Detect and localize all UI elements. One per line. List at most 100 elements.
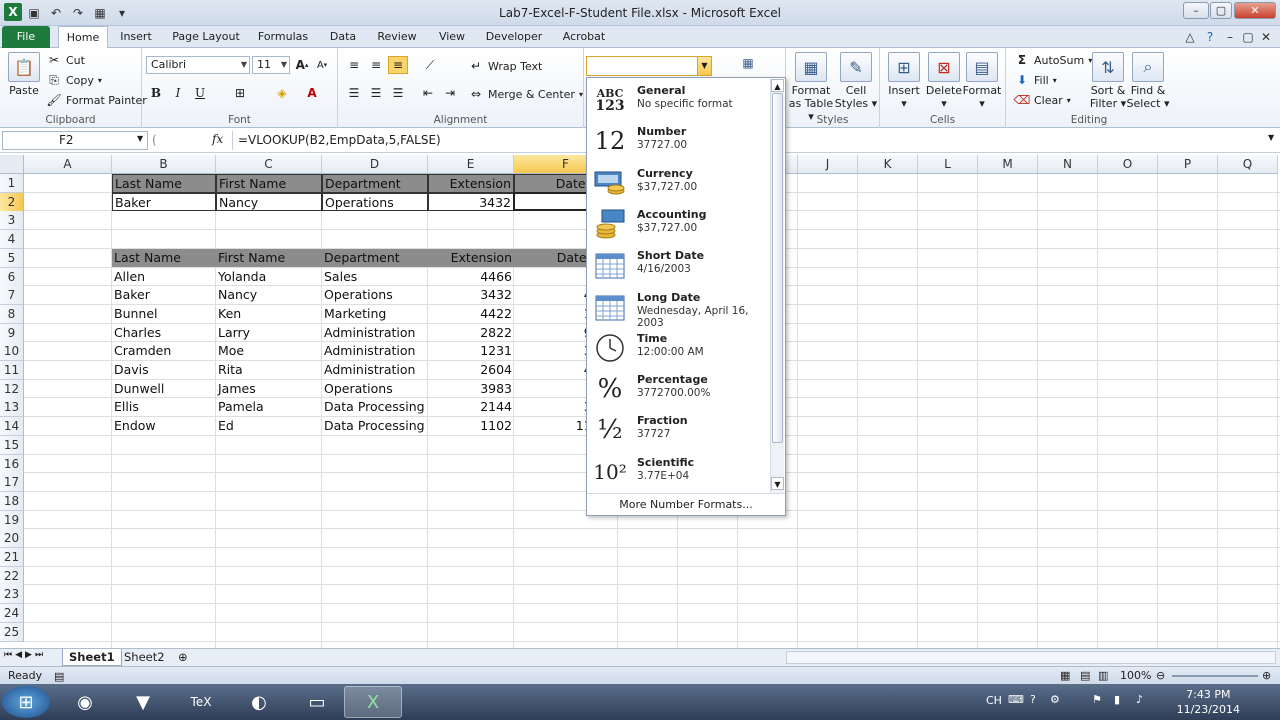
grow-font-icon[interactable]: A ▴ — [292, 56, 312, 74]
scroll-down-icon[interactable]: ▼ — [771, 477, 784, 490]
close-button[interactable]: ✕ — [1234, 2, 1276, 19]
tab-page-layout[interactable]: Page Layout — [170, 26, 242, 48]
data-cell[interactable]: 1102 — [428, 417, 514, 436]
page-layout-view-icon[interactable]: ▤ — [1080, 667, 1090, 684]
column-header-d[interactable]: D — [322, 155, 428, 174]
column-header-m[interactable]: M — [978, 155, 1038, 174]
data-cell[interactable]: Charles — [112, 324, 216, 343]
row-header-20[interactable]: 20 — [0, 529, 24, 549]
macro-record-icon[interactable]: ▤ — [54, 668, 64, 685]
column-header-a[interactable]: A — [24, 155, 112, 174]
more-number-formats-button[interactable]: More Number Formats... — [587, 493, 785, 515]
row-header-24[interactable]: 24 — [0, 604, 24, 624]
cancel-formula-icon[interactable]: ( — [152, 133, 157, 147]
header-cell[interactable]: Department — [322, 248, 428, 268]
header-cell[interactable]: Extension — [428, 248, 514, 268]
orientation-icon[interactable]: ⟋ — [420, 56, 440, 74]
format-option-general[interactable]: ABC 123 General No specific format — [587, 80, 769, 121]
header-cell[interactable]: First Name — [216, 174, 322, 193]
align-top-icon[interactable]: ≡ — [344, 56, 364, 74]
format-option-currency[interactable]: Currency $37,727.00 — [587, 163, 769, 204]
cut-button[interactable]: ✂ Cut — [46, 52, 85, 68]
lookup-cell[interactable]: 3432 — [428, 192, 514, 212]
paste-button[interactable]: 📋 Paste — [2, 52, 46, 97]
sheet-tab-sheet2[interactable]: Sheet2 — [118, 649, 171, 666]
row-header-19[interactable]: 19 — [0, 510, 24, 530]
insert-cells-button[interactable]: ⊞ Insert ▾ — [882, 52, 926, 110]
tab-formulas[interactable]: Formulas — [254, 26, 312, 48]
data-cell[interactable]: 2144 — [428, 398, 514, 417]
font-color-icon[interactable]: A — [302, 84, 322, 102]
column-header-k[interactable]: K — [858, 155, 918, 174]
data-cell[interactable]: Administration — [322, 324, 428, 343]
eclipse-taskbar-icon[interactable]: ◐ — [230, 686, 288, 718]
format-option-percentage[interactable]: % Percentage 3772700.00% — [587, 369, 769, 410]
header-cell[interactable]: First Name — [216, 248, 322, 268]
decrease-indent-icon[interactable]: ⇤ — [418, 84, 438, 102]
row-header-14[interactable]: 14 — [0, 417, 24, 437]
row-header-16[interactable]: 16 — [0, 454, 24, 474]
flag-tray-icon[interactable]: ⚑ — [1092, 693, 1102, 706]
column-header-j[interactable]: J — [798, 155, 858, 174]
volume-tray-icon[interactable]: ♪ — [1136, 693, 1143, 706]
align-middle-icon[interactable]: ≡ — [366, 56, 386, 74]
app-taskbar-icon[interactable]: ▼ — [114, 686, 172, 718]
row-header-2[interactable]: 2 — [0, 192, 24, 212]
row-header-12[interactable]: 12 — [0, 379, 24, 399]
format-option-accounting[interactable]: Accounting $37,727.00 — [587, 204, 769, 245]
autosum-button[interactable]: Σ AutoSum ▾ — [1014, 52, 1092, 68]
row-header-25[interactable]: 25 — [0, 622, 24, 642]
number-format-dropdown-arrow[interactable]: ▼ — [697, 57, 711, 75]
tab-insert[interactable]: Insert — [114, 26, 158, 48]
insert-function-button[interactable]: fx — [212, 132, 223, 146]
underline-button[interactable]: U — [190, 84, 210, 102]
settings-tray-icon[interactable]: ⚙ — [1050, 693, 1060, 706]
start-button[interactable]: ⊞ — [2, 686, 50, 718]
format-option-fraction[interactable]: ½ Fraction 37727 — [587, 410, 769, 451]
number-format-combo[interactable]: ▼ — [586, 56, 712, 76]
borders-icon[interactable]: ⊞ — [230, 84, 250, 102]
row-header-22[interactable]: 22 — [0, 566, 24, 586]
format-as-table-button[interactable]: ▦ Format as Table ▾ — [788, 52, 834, 123]
doc-minimize-icon[interactable]: – — [1220, 27, 1240, 47]
zoom-slider[interactable] — [1172, 675, 1258, 677]
bold-button[interactable]: B — [146, 84, 166, 102]
row-header-3[interactable]: 3 — [0, 211, 24, 231]
maximize-button[interactable]: ▢ — [1210, 2, 1232, 19]
align-left-icon[interactable]: ☰ — [344, 84, 364, 102]
data-cell[interactable]: Endow — [112, 417, 216, 436]
header-cell[interactable]: Extension — [428, 174, 514, 193]
data-cell[interactable]: Operations — [322, 380, 428, 399]
data-cell[interactable]: Yolanda — [216, 268, 322, 287]
zoom-level[interactable]: 100% — [1120, 667, 1151, 684]
merge-center-button[interactable]: ⇔ Merge & Center ▾ — [468, 86, 583, 102]
data-cell[interactable]: Davis — [112, 361, 216, 380]
data-cell[interactable]: Moe — [216, 342, 322, 361]
scroll-thumb[interactable] — [772, 93, 783, 443]
clear-button[interactable]: ⌫ Clear ▾ — [1014, 92, 1071, 108]
data-cell[interactable]: Ken — [216, 305, 322, 324]
tex-taskbar-icon[interactable]: TeX — [172, 686, 230, 718]
data-cell[interactable]: Ellis — [112, 398, 216, 417]
explorer-taskbar-icon[interactable]: ▭ — [288, 686, 346, 718]
expand-formula-icon[interactable]: ▼ — [1268, 133, 1274, 142]
data-cell[interactable]: James — [216, 380, 322, 399]
column-header-b[interactable]: B — [112, 155, 216, 174]
column-header-l[interactable]: L — [918, 155, 978, 174]
conditional-formatting-icon[interactable]: ▦ — [738, 54, 758, 72]
tab-home[interactable]: Home — [58, 26, 108, 48]
format-option-time[interactable]: Time 12:00:00 AM — [587, 328, 769, 369]
data-cell[interactable]: 3432 — [428, 286, 514, 305]
tab-data[interactable]: Data — [324, 26, 362, 48]
format-painter-button[interactable]: 🖌 Format Painter — [46, 92, 146, 108]
row-header-15[interactable]: 15 — [0, 435, 24, 455]
minimize-ribbon-icon[interactable]: △ — [1180, 27, 1200, 47]
doc-close-icon[interactable]: ✕ — [1256, 27, 1276, 47]
font-size-box[interactable]: 11 ▼ — [252, 56, 290, 74]
lookup-cell[interactable]: Operations — [322, 192, 428, 212]
column-header-e[interactable]: E — [428, 155, 514, 174]
data-cell[interactable]: 3983 — [428, 380, 514, 399]
row-header-10[interactable]: 10 — [0, 342, 24, 362]
align-bottom-icon[interactable]: ≡ — [388, 56, 408, 74]
menu-scrollbar[interactable]: ▲ ▼ — [770, 79, 784, 493]
